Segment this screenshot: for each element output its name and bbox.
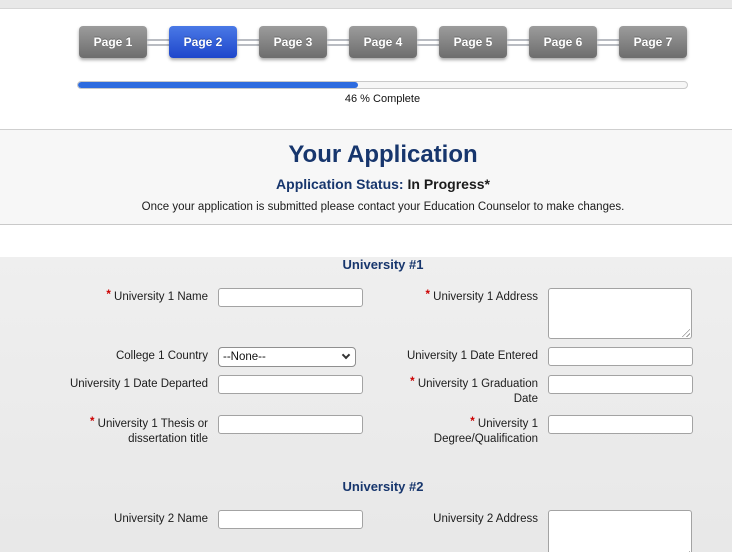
page-button-page-7[interactable]: Page 7 bbox=[619, 26, 687, 58]
form-row: University 1 Date Departed * University 1… bbox=[68, 375, 732, 407]
field-label-college-1-country: College 1 Country bbox=[115, 350, 208, 362]
form-row: College 1 Country --None-- University 1 Da… bbox=[68, 347, 732, 367]
field-label-university-1-date-entered: University 1 Date Entered bbox=[406, 350, 538, 362]
top-strip bbox=[0, 0, 732, 9]
required-asterisk: * bbox=[89, 416, 95, 428]
page-navigation-band: Page 1 Page 2 Page 3 Page 4 Page 5 Page 6 Page… bbox=[0, 9, 732, 129]
field-label-university-1-thesis-or-dissertation-title: * University 1 Thesis or dissertation ti… bbox=[89, 416, 208, 445]
page-connector bbox=[237, 38, 259, 46]
page-connector bbox=[507, 38, 529, 46]
status-value: In Progress* bbox=[407, 176, 490, 192]
status-label: Application Status: bbox=[276, 176, 404, 192]
form-row: * University 1 Thesis or dissertation ti… bbox=[68, 415, 732, 447]
university-1-graduation-date-input[interactable] bbox=[548, 375, 693, 394]
page-button-page-5[interactable]: Page 5 bbox=[439, 26, 507, 58]
university-1-address-textarea[interactable] bbox=[548, 288, 692, 339]
field-label-university-1-graduation-date: * University 1 Graduation Date bbox=[410, 376, 538, 405]
application-header: Your Application Application Status: In … bbox=[0, 129, 732, 225]
university-1-name-input[interactable] bbox=[218, 288, 363, 307]
page-connector bbox=[147, 38, 169, 46]
application-status: Application Status: In Progress* bbox=[34, 176, 732, 192]
field-label-university-1-date-departed: University 1 Date Departed bbox=[69, 378, 208, 390]
progress-bar bbox=[77, 81, 688, 89]
required-asterisk: * bbox=[106, 289, 111, 301]
section-heading-university-1: University #1 bbox=[342, 257, 424, 272]
field-label-university-2-address: University 2 Address bbox=[433, 513, 538, 525]
application-form: University #1 * University 1 Name * Univer… bbox=[0, 257, 732, 552]
page-connector bbox=[417, 38, 439, 46]
university-1-date-entered-input[interactable] bbox=[548, 347, 693, 366]
page-connector bbox=[327, 38, 349, 46]
university-1-thesis-or-dissertation-title-input[interactable] bbox=[218, 415, 363, 434]
required-asterisk: * bbox=[470, 416, 475, 428]
page-connector bbox=[597, 38, 619, 46]
page-title: Your Application bbox=[288, 141, 478, 168]
form-row: * University 1 Name * University 1 Addres… bbox=[68, 288, 732, 339]
page-button-page-4[interactable]: Page 4 bbox=[349, 26, 417, 58]
field-label-university-1-degree-qualification: * University 1 Degree/Qualification bbox=[433, 416, 538, 445]
required-asterisk: * bbox=[425, 289, 430, 301]
university-2-name-input[interactable] bbox=[218, 510, 363, 529]
university-2-address-textarea[interactable] bbox=[548, 510, 692, 552]
field-label-university-2-name: University 2 Name bbox=[114, 513, 208, 525]
page-button-page-1[interactable]: Page 1 bbox=[79, 26, 147, 58]
university-1-degree-qualification-input[interactable] bbox=[548, 415, 693, 434]
application-page: Page 1 Page 2 Page 3 Page 4 Page 5 Page 6 Page… bbox=[0, 0, 732, 552]
page-button-page-3[interactable]: Page 3 bbox=[259, 26, 327, 58]
progress-bar-fill bbox=[78, 82, 359, 88]
page-button-page-2[interactable]: Page 2 bbox=[169, 26, 237, 58]
field-label-university-1-address: * University 1 Address bbox=[425, 289, 538, 303]
submission-note: Once your application is submitted pleas… bbox=[141, 201, 625, 213]
progress: 46 % Complete bbox=[77, 81, 688, 105]
section-heading-university-2: University #2 bbox=[342, 479, 424, 494]
field-label-university-1-name: * University 1 Name bbox=[106, 289, 208, 303]
page-nav: Page 1 Page 2 Page 3 Page 4 Page 5 Page 6 Page… bbox=[0, 26, 732, 58]
college-1-country-select[interactable]: --None-- bbox=[218, 347, 356, 367]
form-row: University 2 Name University 2 Address bbox=[68, 510, 732, 552]
page-button-page-6[interactable]: Page 6 bbox=[529, 26, 597, 58]
progress-label: 46 % Complete bbox=[344, 93, 421, 105]
university-1-date-departed-input[interactable] bbox=[218, 375, 363, 394]
required-asterisk: * bbox=[410, 376, 415, 388]
